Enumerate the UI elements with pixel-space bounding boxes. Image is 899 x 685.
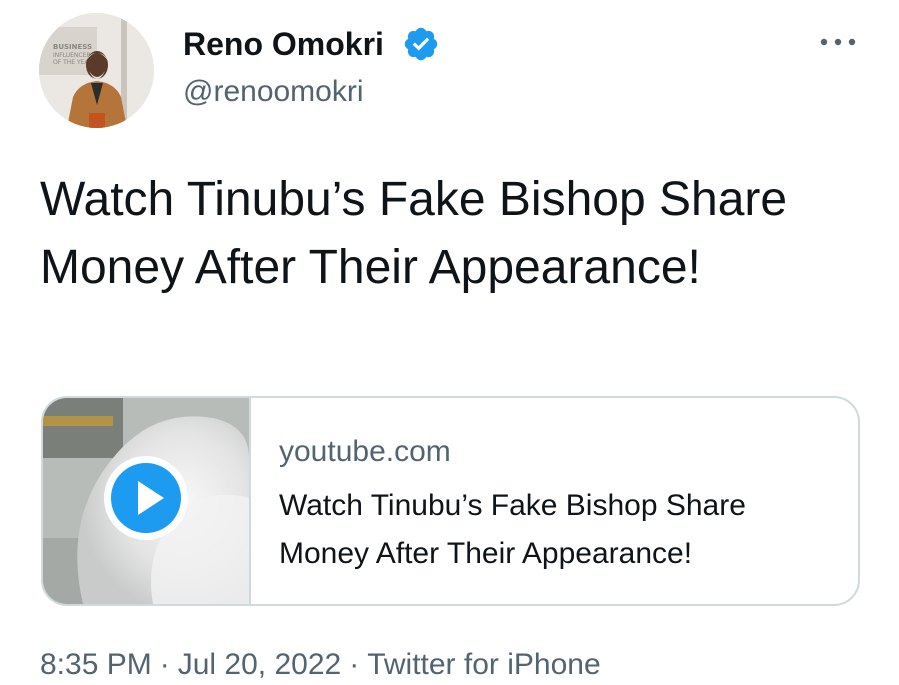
- author-display-name[interactable]: Reno Omokri: [183, 25, 384, 63]
- avatar-backdrop-line-1: BUSINESS: [53, 43, 92, 51]
- more-options-icon[interactable]: [818, 30, 858, 54]
- avatar-backdrop-line-2: INFLUENCER: [53, 52, 91, 59]
- tweet-time[interactable]: 8:35 PM: [40, 648, 152, 681]
- separator: ·: [349, 648, 360, 681]
- card-domain: youtube.com: [279, 435, 451, 468]
- avatar-photo: BUSINESS INFLUENCER OF THE YEAR: [39, 13, 154, 128]
- tweet-metadata: 8:35 PM · Jul 20, 2022 · Twitter for iPhone: [40, 646, 601, 684]
- avatar[interactable]: BUSINESS INFLUENCER OF THE YEAR: [39, 13, 154, 128]
- tweet-source[interactable]: Twitter for iPhone: [367, 648, 600, 681]
- separator: ·: [159, 648, 170, 681]
- author-handle[interactable]: @renoomokri: [183, 74, 364, 110]
- link-preview-card[interactable]: youtube.com Watch Tinubu’s Fake Bishop S…: [41, 396, 860, 606]
- video-thumbnail[interactable]: [43, 398, 251, 604]
- play-circle-icon[interactable]: [103, 455, 189, 541]
- verified-badge-icon: [404, 27, 438, 61]
- tweet-text: Watch Tinubu’s Fake Bishop Share Money A…: [40, 173, 788, 294]
- card-title: Watch Tinubu’s Fake Bishop Share Money A…: [279, 489, 746, 570]
- tweet-date[interactable]: Jul 20, 2022: [178, 648, 341, 681]
